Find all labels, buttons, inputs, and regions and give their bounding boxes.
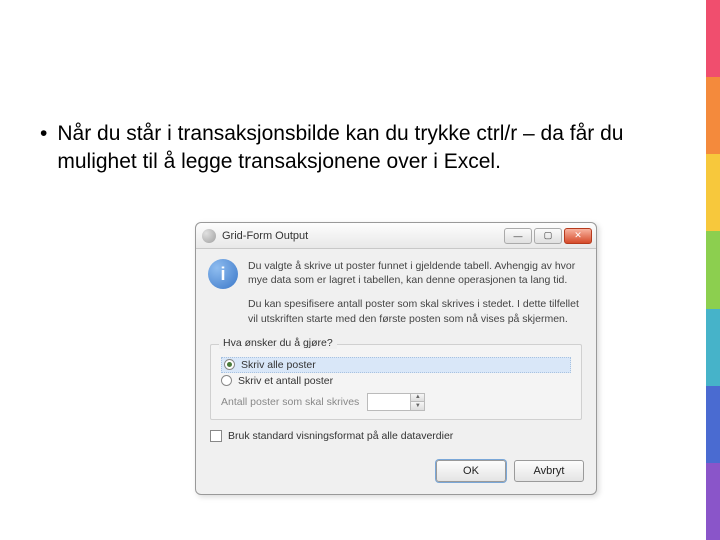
dialog-message: Du valgte å skrive ut poster funnet i gj…: [248, 259, 584, 326]
checkbox-label: Bruk standard visningsformat på alle dat…: [228, 430, 453, 442]
decorative-stripe: [706, 0, 720, 540]
radio-some-label: Skriv et antall poster: [238, 375, 333, 387]
dialog-footer: OK Avbryt: [196, 452, 596, 494]
cancel-button[interactable]: Avbryt: [514, 460, 584, 482]
checkbox-icon: [210, 430, 222, 442]
count-label: Antall poster som skal skrives: [221, 396, 359, 408]
slide: • Når du står i transaksjonsbilde kan du…: [0, 0, 720, 540]
dialog-message-1: Du valgte å skrive ut poster funnet i gj…: [248, 259, 584, 287]
bullet-area: • Når du står i transaksjonsbilde kan du…: [40, 120, 660, 177]
dialog-lower: Hva ønsker du å gjøre? Skriv alle poster…: [196, 330, 596, 452]
radio-some-posts[interactable]: Skriv et antall poster: [221, 375, 571, 387]
count-input[interactable]: [368, 394, 410, 410]
info-icon: i: [208, 259, 238, 289]
spinner-buttons: ▲ ▼: [410, 394, 424, 410]
dialog-body: i Du valgte å skrive ut poster funnet i …: [196, 249, 596, 330]
spinner-up-icon[interactable]: ▲: [410, 394, 424, 402]
titlebar[interactable]: Grid-Form Output — ▢ ✕: [196, 223, 596, 249]
cancel-label: Avbryt: [534, 465, 565, 477]
bullet-text: Når du står i transaksjonsbilde kan du t…: [57, 120, 660, 177]
spinner-down-icon[interactable]: ▼: [410, 401, 424, 410]
ok-button[interactable]: OK: [436, 460, 506, 482]
radio-icon: [224, 359, 235, 370]
radio-icon: [221, 375, 232, 386]
dialog-message-2: Du kan spesifisere antall poster som ska…: [248, 297, 584, 325]
bullet-dot-icon: •: [40, 120, 47, 177]
group-legend: Hva ønsker du å gjøre?: [219, 337, 337, 349]
radio-all-label: Skriv alle poster: [241, 359, 316, 371]
dialog-window: Grid-Form Output — ▢ ✕ i Du valgte å skr…: [195, 222, 597, 495]
radio-all-posts[interactable]: Skriv alle poster: [221, 357, 571, 373]
format-checkbox-row[interactable]: Bruk standard visningsformat på alle dat…: [210, 430, 582, 442]
app-icon: [202, 229, 216, 243]
count-row: Antall poster som skal skrives ▲ ▼: [221, 393, 571, 411]
window-buttons: — ▢ ✕: [504, 228, 592, 244]
options-group: Hva ønsker du å gjøre? Skriv alle poster…: [210, 344, 582, 420]
minimize-button[interactable]: —: [504, 228, 532, 244]
close-button[interactable]: ✕: [564, 228, 592, 244]
count-spinner[interactable]: ▲ ▼: [367, 393, 425, 411]
maximize-button[interactable]: ▢: [534, 228, 562, 244]
bullet-item: • Når du står i transaksjonsbilde kan du…: [40, 120, 660, 177]
ok-label: OK: [463, 465, 479, 477]
dialog-title: Grid-Form Output: [222, 230, 504, 242]
